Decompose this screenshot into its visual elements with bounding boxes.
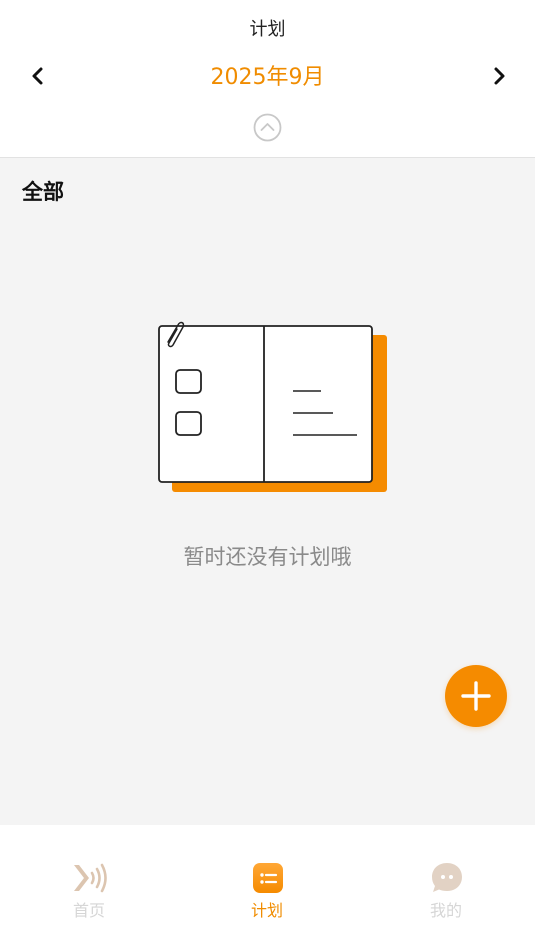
- section-title: 全部: [22, 180, 64, 204]
- chevron-up-circle-icon: [253, 113, 282, 142]
- sound-wave-icon: [74, 863, 107, 893]
- page-title: 计划: [249, 19, 286, 40]
- chevron-right-icon: [494, 67, 505, 85]
- collapse-calendar-button[interactable]: [252, 112, 283, 143]
- tab-plan[interactable]: 计划: [178, 825, 356, 951]
- tab-mine-label: 我的: [429, 901, 462, 920]
- month-navigator: 2025年9月: [0, 56, 535, 96]
- chat-bubble-icon: [432, 863, 462, 892]
- notebook-illustration-icon: [158, 321, 387, 492]
- tab-plan-label: 计划: [250, 901, 283, 920]
- next-month-button[interactable]: [485, 62, 513, 90]
- list-icon: [253, 863, 283, 893]
- tab-mine[interactable]: 我的: [357, 825, 535, 951]
- bottom-tab-bar: 首页 计划 我的: [0, 825, 535, 951]
- current-month-label[interactable]: 2025年9月: [0, 59, 535, 91]
- header: 计划 2025年9月: [0, 0, 535, 158]
- empty-state-illustration: [154, 316, 390, 496]
- tab-home-label: 首页: [72, 901, 105, 920]
- add-plan-button[interactable]: [445, 665, 507, 727]
- empty-state-message: 暂时还没有计划哦: [183, 545, 352, 569]
- plus-icon: [461, 681, 491, 711]
- tab-home[interactable]: 首页: [0, 825, 178, 951]
